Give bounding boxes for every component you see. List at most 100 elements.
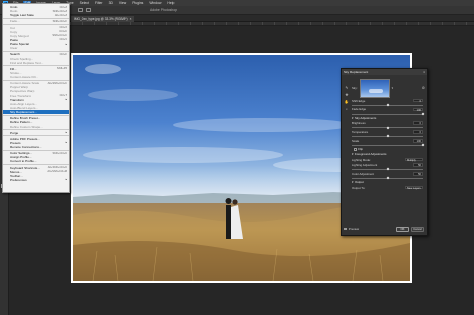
- sky-replacement-dialog: Sky Replacement × ✎ ✥ ✋ ⌕ Sky: ▾ ⚙ Shift…: [341, 68, 428, 236]
- menu-item-shortcut: Alt+Shift+Ctrl+K: [47, 166, 67, 170]
- sky-selector[interactable]: Sky: ▾ ⚙: [352, 78, 428, 98]
- menu-item-label: Fade...: [10, 19, 20, 24]
- foreground-adjustments-label: Foreground Adjustments: [354, 152, 387, 157]
- menu-3d[interactable]: 3D: [108, 1, 114, 5]
- chevron-down-icon[interactable]: ▾: [352, 116, 353, 120]
- scale-value-field[interactable]: 100: [413, 139, 423, 143]
- dialog-titlebar[interactable]: Sky Replacement ×: [342, 69, 427, 75]
- menu-filter[interactable]: Filter: [94, 1, 104, 5]
- fade-edge-slider[interactable]: [352, 112, 425, 116]
- move-icon[interactable]: ✥: [346, 93, 349, 97]
- menu-select[interactable]: Select: [79, 1, 90, 5]
- shift-edge-slider[interactable]: [352, 103, 423, 107]
- preview-checkbox[interactable]: [344, 227, 347, 231]
- temperature-value-field[interactable]: 0: [413, 130, 423, 134]
- brightness-slider[interactable]: [352, 126, 423, 130]
- menu-item-sky-replacement[interactable]: Sky Replacement...: [3, 110, 69, 115]
- close-icon[interactable]: ×: [130, 17, 132, 21]
- scale-label: Scale: [352, 138, 360, 143]
- slider-knob[interactable]: [385, 103, 390, 107]
- close-icon[interactable]: ×: [423, 70, 425, 74]
- zoom-icon[interactable]: ⌕: [346, 107, 348, 111]
- chevron-right-icon: ▸: [65, 131, 67, 135]
- chevron-down-icon[interactable]: ▾: [352, 152, 353, 156]
- menu-window[interactable]: Window: [148, 1, 162, 5]
- document-tab-title: IMG_0xx_type.jpg @ 33.3% (RGB/8*): [74, 17, 128, 21]
- menu-item-shortcut: Ctrl+T: [59, 94, 67, 98]
- brightness-label: Brightness: [352, 121, 366, 126]
- color-adjustment-slider[interactable]: [352, 176, 423, 180]
- menu-item-remote-connections[interactable]: Remote Connections...: [3, 145, 69, 149]
- menu-item-clear: Clear: [3, 46, 69, 50]
- flip-label: Flip: [358, 147, 363, 152]
- options-icons: [78, 8, 91, 12]
- lighting-adjustment-slider[interactable]: [352, 167, 423, 171]
- menu-item-label: Sky Replacement...: [10, 110, 37, 115]
- menu-item-shortcut: Shift+Ctrl+F: [52, 19, 67, 23]
- menu-item-shortcut: Ctrl+Z: [59, 5, 67, 9]
- menu-item-label: Toggle Last State: [10, 13, 34, 18]
- chevron-right-icon: ▸: [65, 98, 67, 102]
- slider-knob[interactable]: [385, 134, 390, 138]
- dialog-footer: Preview OK Cancel: [344, 226, 424, 232]
- lighting-adjustment-label: Lighting Adjustment: [352, 162, 378, 167]
- slider-knob[interactable]: [385, 167, 390, 171]
- menu-item-find-and-replace-text: Find and Replace Text...: [3, 61, 69, 65]
- menu-item-label: Preferences: [10, 177, 27, 182]
- chevron-down-icon[interactable]: ▾: [392, 86, 394, 90]
- menu-view[interactable]: View: [118, 1, 127, 5]
- shift-edge-value-field[interactable]: 0: [413, 98, 423, 103]
- lighting-mode-select[interactable]: Multiply: [405, 157, 423, 162]
- chevron-right-icon: ▸: [65, 42, 67, 46]
- brightness-value-field[interactable]: 0: [413, 121, 423, 125]
- lighting-mode-label: Lighting Mode:: [352, 157, 371, 162]
- chevron-down-icon[interactable]: ▾: [352, 180, 353, 184]
- menu-item-shortcut: Shift+Ctrl+Z: [52, 9, 67, 13]
- menu-item-label: Convert to Profile...: [10, 159, 37, 164]
- color-adjustment-label: Color Adjustment: [352, 171, 375, 176]
- menu-item-shortcut: Ctrl+V: [59, 38, 67, 42]
- menu-item-shortcut: Ctrl+F: [59, 52, 67, 56]
- preview-label: Preview: [348, 227, 360, 231]
- gear-icon[interactable]: ⚙: [422, 86, 425, 90]
- menu-item-convert-to-profile[interactable]: Convert to Profile...: [3, 159, 69, 163]
- menu-item-preferences[interactable]: Preferences ▸: [3, 178, 69, 182]
- slider-knob[interactable]: [385, 126, 390, 130]
- dialog-title: Sky Replacement: [344, 70, 369, 74]
- hand-icon[interactable]: ✋: [345, 100, 349, 104]
- edit-menu-dropdown: Undo Ctrl+Z Redo Shift+Ctrl+Z Toggle Last St…: [2, 3, 70, 193]
- sky-thumbnail[interactable]: [359, 78, 390, 98]
- dialog-tools: ✎ ✥ ✋ ⌕: [344, 86, 350, 111]
- menu-item-shortcut: Shift+Ctrl+K: [52, 151, 68, 155]
- fade-edge-value-field[interactable]: 100: [413, 107, 423, 112]
- menu-item-toggle-last-state[interactable]: Toggle Last State Alt+Ctrl+Z: [3, 13, 69, 17]
- ok-button[interactable]: OK: [396, 226, 409, 232]
- temperature-slider[interactable]: [352, 134, 423, 138]
- cancel-button[interactable]: Cancel: [411, 226, 424, 232]
- output-to-select[interactable]: New Layers: [405, 185, 423, 190]
- slider-track: [352, 144, 423, 146]
- menu-item-shortcut: Alt+Ctrl+Z: [54, 13, 67, 17]
- temperature-label: Temperature: [352, 130, 369, 135]
- chevron-right-icon: ▸: [65, 178, 67, 182]
- menu-item-content-aware-fill: Content-Aware Fill...: [3, 75, 69, 79]
- menu-help[interactable]: Help: [166, 1, 175, 5]
- flip-checkbox[interactable]: [354, 148, 357, 151]
- menu-item-label: Find and Replace Text...: [10, 60, 44, 65]
- menu-item-label: Remote Connections...: [10, 145, 42, 150]
- tool-preset-icon[interactable]: [86, 8, 91, 12]
- sky-brush-icon[interactable]: ✎: [346, 86, 349, 90]
- home-icon[interactable]: [78, 8, 83, 12]
- menu-item-shortcut: Alt+Shift+Ctrl+C: [47, 81, 67, 85]
- photoshop-window: Ps FileEditImageLayerTypeSelectFilter3DV…: [0, 0, 474, 315]
- menu-plugins[interactable]: Plugins: [131, 1, 144, 5]
- menu-item-purge[interactable]: Purge ▸: [3, 131, 69, 135]
- output-label: Output: [354, 180, 364, 185]
- color-adjustment-value-field[interactable]: 50: [413, 171, 423, 176]
- slider-knob[interactable]: [385, 176, 390, 180]
- menu-item-label: Purge: [10, 130, 19, 135]
- sky-adjustments-label: Sky Adjustments: [354, 116, 377, 121]
- scale-slider[interactable]: [352, 143, 425, 147]
- lighting-adjustment-value-field[interactable]: 50: [413, 163, 423, 167]
- fade-edge-label: Fade Edge: [352, 107, 367, 112]
